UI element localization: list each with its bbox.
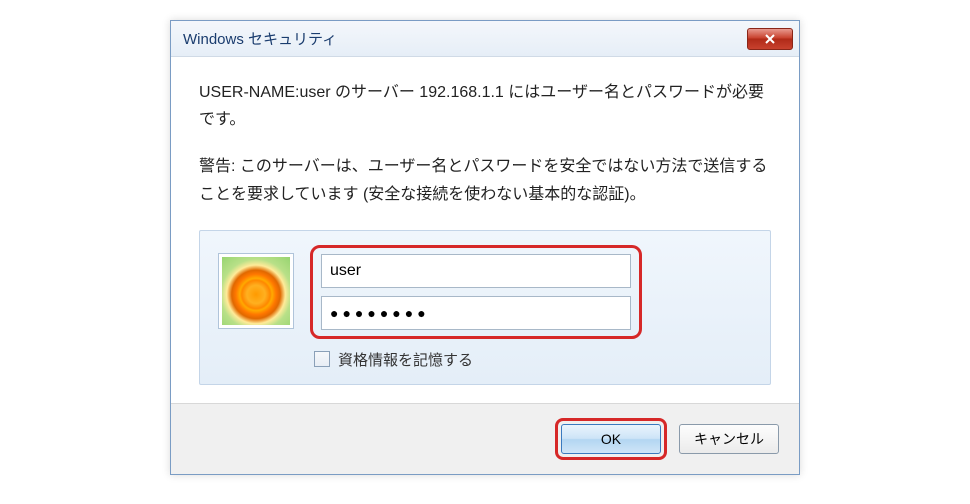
dialog-title: Windows セキュリティ [183, 28, 337, 49]
ok-button[interactable]: OK [561, 424, 661, 454]
close-button[interactable] [747, 28, 793, 50]
auth-warning: 警告: このサーバーは、ユーザー名とパスワードを安全ではない方法で送信することを… [199, 153, 771, 207]
auth-message: USER-NAME:user のサーバー 192.168.1.1 にはユーザー名… [199, 79, 771, 133]
dialog-content: USER-NAME:user のサーバー 192.168.1.1 にはユーザー名… [171, 57, 799, 403]
password-input[interactable] [321, 296, 631, 330]
flower-icon [222, 257, 290, 325]
credential-fields: 資格情報を記憶する [310, 245, 752, 370]
titlebar: Windows セキュリティ [171, 21, 799, 57]
ok-highlight: OK [555, 418, 667, 460]
remember-label: 資格情報を記憶する [338, 349, 473, 370]
username-input[interactable] [321, 254, 631, 288]
close-icon [764, 33, 776, 45]
credentials-panel: 資格情報を記憶する [199, 230, 771, 385]
security-dialog: Windows セキュリティ USER-NAME:user のサーバー 192.… [170, 20, 800, 475]
cancel-button[interactable]: キャンセル [679, 424, 779, 454]
user-avatar [218, 253, 294, 329]
button-row: OK キャンセル [171, 403, 799, 474]
input-highlight [310, 245, 642, 339]
remember-checkbox[interactable] [314, 351, 330, 367]
remember-row: 資格情報を記憶する [314, 349, 752, 370]
